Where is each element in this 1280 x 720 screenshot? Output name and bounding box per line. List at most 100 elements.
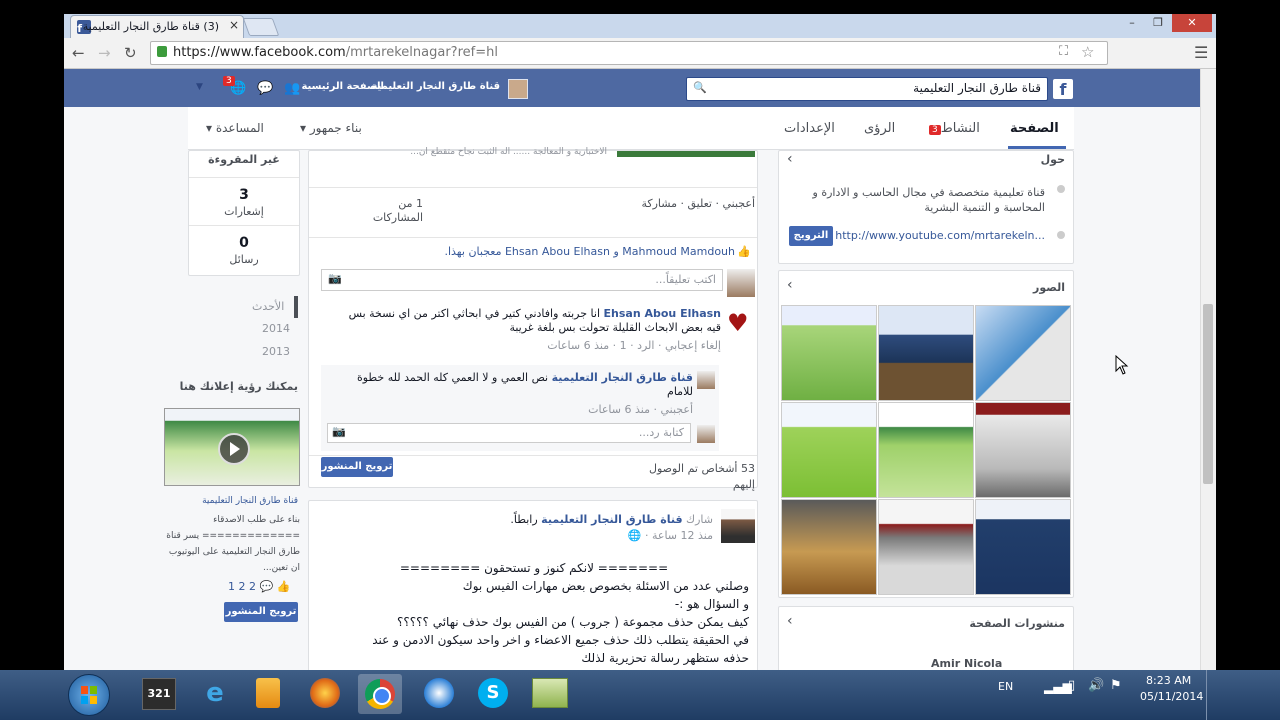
app-icon[interactable] (424, 678, 454, 708)
tab-close-icon[interactable]: × (229, 18, 239, 32)
photo-thumbnail[interactable] (781, 499, 877, 595)
activity-badge: 3 (929, 125, 941, 135)
play-icon[interactable] (218, 433, 250, 465)
media-player-icon[interactable]: 321 (142, 678, 176, 710)
photo-thumbnail[interactable] (878, 305, 974, 401)
tab-build-audience[interactable]: بناء جمهور ▾ (300, 121, 362, 135)
nav-home[interactable]: الصفحة الرئيسية (301, 81, 384, 92)
photo-thumbnail[interactable] (781, 402, 877, 498)
camera-icon[interactable]: 📷 (328, 272, 342, 285)
reload-icon[interactable]: ↻ (124, 44, 137, 62)
tab-timeline[interactable]: الصفحة (1010, 121, 1059, 136)
internet-explorer-icon[interactable]: e (200, 678, 230, 708)
msg-label[interactable]: رسائل (189, 253, 299, 266)
windows-taskbar: 321 e S EN ▂▄▆ ▯ 🔊 ⚑ 8:23 AM 05/11/2014 (0, 670, 1280, 720)
photo-thumbnail[interactable] (878, 402, 974, 498)
close-window-button[interactable]: ✕ (1172, 14, 1212, 32)
maximize-button[interactable]: ❐ (1146, 14, 1170, 32)
website-link[interactable]: http://www.youtube.com/mrtarekeln... (835, 229, 1045, 242)
heart-avatar-icon[interactable]: ♥ (727, 309, 749, 337)
avatar[interactable] (697, 425, 715, 443)
ad-stats[interactable]: 1 2 2 💬 👍 (228, 580, 290, 593)
facebook-logo-icon[interactable]: f (1053, 79, 1073, 99)
shares-count[interactable]: 1 من المشاركات (363, 197, 423, 225)
photo-thumbnail[interactable] (781, 305, 877, 401)
minimize-button[interactable]: – (1120, 14, 1144, 32)
translate-icon[interactable]: ⛶ (1059, 44, 1068, 59)
comment-author[interactable]: Ehsan Abou Elhasn (604, 307, 722, 320)
language-indicator[interactable]: EN (998, 680, 1013, 693)
app-icon[interactable] (532, 678, 568, 708)
year-link[interactable]: 2014 (262, 322, 290, 335)
promote-button[interactable]: الترويج (789, 226, 833, 246)
post-author[interactable]: قناة طارق النجار التعليمية (541, 513, 682, 526)
battery-icon[interactable]: ▯ (1068, 678, 1075, 693)
browser-tab[interactable]: f (3) قناة طارق النجار التعليمية × (70, 15, 244, 39)
like-thumb-icon: 👍 (737, 245, 751, 258)
new-tab-button[interactable] (242, 18, 280, 36)
clock-date[interactable]: 05/11/2014 (1140, 690, 1203, 703)
volume-icon[interactable]: 🔊 (1088, 678, 1104, 693)
avatar[interactable] (508, 79, 528, 99)
unread-label: غير المقروءة (208, 153, 280, 166)
menu-icon[interactable]: ☰ (1194, 43, 1208, 62)
reach-text[interactable]: 53 أشخاص تم الوصول إليهم (635, 461, 755, 493)
chevron-down-icon[interactable]: ▼ (196, 82, 203, 92)
flag-icon[interactable]: ⚑ (1110, 678, 1122, 693)
comment-input[interactable]: اكتب تعليقاً... 📷 (321, 269, 723, 291)
avatar[interactable] (697, 371, 715, 389)
photo-thumbnail[interactable] (975, 499, 1071, 595)
tab-settings[interactable]: الإعدادات (784, 121, 835, 136)
search-icon[interactable]: 🔍 (693, 81, 707, 94)
msg-count[interactable]: 0 (189, 235, 299, 251)
firefox-icon[interactable] (310, 678, 340, 708)
comment-meta[interactable]: إلغاء إعجابي · الرد · 1 · منذ 6 ساعات (547, 339, 721, 352)
tab-insights[interactable]: الرؤى (864, 121, 895, 136)
notif-label[interactable]: إشعارات (189, 205, 299, 218)
post-preview-name[interactable]: Amir Nicola (931, 657, 1002, 670)
video-app-icon[interactable] (256, 678, 280, 708)
search-input[interactable]: قناة طارق النجار التعليمية 🔍 (686, 77, 1048, 101)
show-desktop-button[interactable] (1206, 670, 1215, 720)
chevron-left-icon[interactable]: ‹ (787, 613, 793, 629)
year-link[interactable]: 2013 (262, 345, 290, 358)
ad-video-thumbnail[interactable] (164, 408, 300, 486)
unread-card: غير المقروءة 3 إشعارات 0 رسائل (188, 150, 300, 276)
tab-help[interactable]: المساعدة ▾ (206, 121, 264, 135)
start-button[interactable] (68, 674, 110, 716)
address-bar[interactable]: https://www.facebook.com/mrtarekelnagar?… (150, 41, 1108, 65)
star-icon[interactable]: ☆ (1081, 43, 1094, 61)
photo-thumbnail[interactable] (878, 499, 974, 595)
page-scrollbar-thumb[interactable] (1203, 304, 1213, 484)
reply-author[interactable]: قناة طارق النجار التعليمية (552, 371, 693, 384)
year-link[interactable]: الأحدث (252, 300, 284, 313)
back-arrow-icon[interactable]: ← (72, 44, 85, 62)
ad-boost-button[interactable]: ترويج المنشور (224, 602, 298, 622)
reply-input[interactable]: كتابة رد... 📷 (327, 423, 691, 443)
likers-text[interactable]: Mahmoud Mamdouh و Ehsan Abou Elhasn معجب… (444, 245, 735, 258)
comment: Ehsan Abou Elhasn انا جربته وافادني كتير… (331, 307, 721, 335)
svg-text:f: f (77, 22, 82, 34)
skype-icon[interactable]: S (478, 678, 508, 708)
notif-count[interactable]: 3 (189, 187, 299, 203)
avatar[interactable] (721, 509, 755, 543)
post-actions[interactable]: أعجبني · تعليق · مشاركة (641, 197, 755, 210)
avatar[interactable] (727, 269, 755, 297)
tab-activity[interactable]: النشاط3 (926, 121, 980, 136)
messages-icon[interactable]: 💬 (257, 81, 273, 96)
chrome-taskbar-button[interactable] (358, 674, 402, 714)
chevron-left-icon[interactable]: ‹ (787, 277, 793, 293)
nav-page-name[interactable]: قناة طارق النجار التعليمية (371, 81, 500, 92)
post-time[interactable]: منذ 12 ساعة · 🌐 (628, 529, 713, 542)
boost-post-button[interactable]: ترويج المنشور (321, 457, 393, 477)
clock-time[interactable]: 8:23 AM (1146, 674, 1191, 687)
photo-thumbnail[interactable] (975, 305, 1071, 401)
chevron-left-icon[interactable]: ‹ (787, 151, 793, 167)
reply-meta[interactable]: أعجبني · منذ 6 ساعات (588, 403, 693, 416)
camera-icon[interactable]: 📷 (332, 425, 346, 438)
friend-requests-icon[interactable]: 👥 (284, 81, 300, 96)
photo-thumbnail[interactable] (975, 402, 1071, 498)
ad-page-name[interactable]: قناة طارق النجار التعليمية (202, 496, 298, 506)
forward-arrow-icon[interactable]: → (98, 44, 111, 62)
shared-link-image[interactable] (617, 151, 755, 157)
